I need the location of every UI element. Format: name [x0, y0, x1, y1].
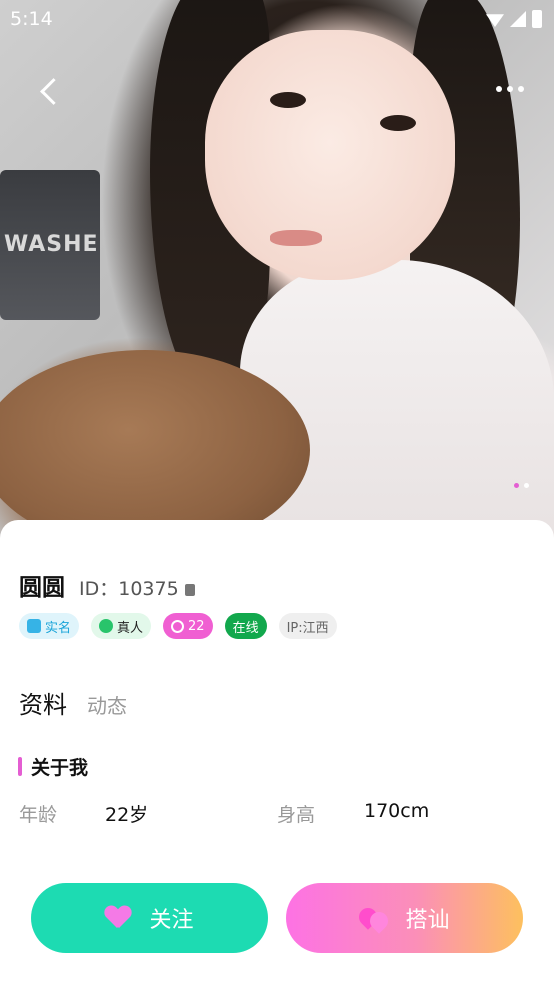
status-bar: 5:14 — [0, 0, 554, 38]
background-bag: WASHE — [0, 170, 100, 320]
name-row: 圆圆 ID：10375 — [19, 568, 195, 602]
chat-button[interactable]: 搭讪 — [286, 883, 523, 953]
profile-id: ID：10375 — [79, 578, 179, 600]
tab-info[interactable]: 资料 — [19, 685, 67, 720]
tag-realname-label: 实名 — [45, 620, 72, 636]
copy-icon[interactable] — [184, 584, 195, 596]
tag-realname: 实名 — [19, 613, 80, 639]
profile-tabs: 资料 动态 — [19, 685, 127, 720]
age-value: 22岁 — [105, 804, 149, 826]
battery-charging-icon — [532, 10, 542, 28]
verified-icon — [99, 619, 114, 633]
page-dot-active — [514, 483, 519, 488]
profile-photo[interactable]: WASHE — [0, 0, 554, 540]
heart-icon — [105, 906, 131, 930]
more-button[interactable] — [496, 86, 524, 92]
face — [205, 30, 455, 280]
profile-name: 圆圆 — [19, 575, 65, 601]
tag-real-person-label: 真人 — [117, 620, 144, 636]
lips — [270, 230, 322, 246]
more-dot — [518, 86, 524, 92]
status-time: 5:14 — [10, 8, 53, 30]
more-dots-icon — [496, 86, 502, 92]
tag-online: 在线 — [224, 613, 267, 639]
tag-online-label: 在线 — [232, 620, 259, 636]
age-label: 年龄 — [19, 804, 58, 826]
about-section-title: 关于我 — [18, 753, 88, 780]
eye-left — [270, 92, 306, 108]
about-title: 关于我 — [31, 757, 89, 779]
tag-real-person: 真人 — [91, 613, 152, 639]
follow-button[interactable]: 关注 — [31, 883, 268, 953]
follow-label: 关注 — [149, 908, 194, 933]
tag-ip: IP:江西 — [278, 613, 337, 639]
id-card-icon — [27, 619, 41, 633]
height-value: 170cm — [364, 800, 430, 822]
page-dot — [524, 483, 529, 488]
hearts-icon — [355, 904, 393, 934]
section-accent-bar — [18, 757, 22, 776]
eye-right — [380, 115, 416, 131]
signal-icon — [510, 11, 526, 27]
bottom-action-bar: 关注 搭讪 — [0, 850, 554, 984]
status-icons — [486, 9, 542, 29]
level-icon — [171, 619, 185, 633]
photo-page-indicator — [514, 483, 529, 488]
tab-moments[interactable]: 动态 — [87, 690, 127, 719]
tag-level: 22 — [163, 613, 213, 639]
tag-ip-label: IP:江西 — [286, 620, 329, 636]
back-button[interactable] — [36, 74, 62, 110]
wifi-icon — [486, 14, 504, 27]
height-label: 身高 — [277, 804, 316, 826]
tag-level-label: 22 — [188, 618, 205, 634]
profile-tags: 实名 真人 22 在线 IP:江西 — [19, 613, 337, 639]
chat-label: 搭讪 — [405, 908, 450, 933]
more-dot — [507, 86, 513, 92]
